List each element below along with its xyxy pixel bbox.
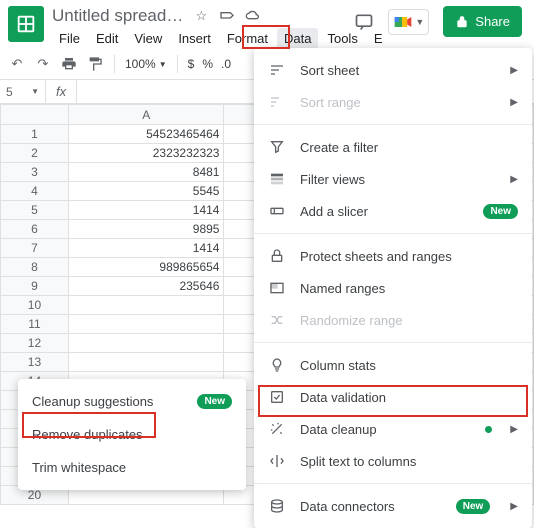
- menu-named-ranges[interactable]: Named ranges: [254, 272, 532, 304]
- row-header[interactable]: 12: [1, 334, 69, 353]
- filter-views-icon: [268, 170, 286, 188]
- new-badge: New: [483, 204, 518, 219]
- row-header[interactable]: 1: [1, 125, 69, 144]
- cell[interactable]: [68, 315, 224, 334]
- cell[interactable]: 5545: [68, 182, 224, 201]
- wand-icon: [268, 420, 286, 438]
- move-icon[interactable]: [219, 8, 235, 24]
- slicer-icon: [268, 202, 286, 220]
- cell[interactable]: 1414: [68, 239, 224, 258]
- row-header[interactable]: 5: [1, 201, 69, 220]
- title-area: Untitled spread… ☆ File Edit View Insert…: [52, 6, 354, 49]
- currency-button[interactable]: $: [188, 57, 195, 71]
- randomize-icon: [268, 311, 286, 329]
- cell[interactable]: 989865654: [68, 258, 224, 277]
- submenu-arrow-icon: ▶: [510, 97, 518, 108]
- menu-sort-sheet[interactable]: Sort sheet ▶: [254, 54, 532, 86]
- cell[interactable]: 2323232323: [68, 144, 224, 163]
- submenu-arrow-icon: ▶: [510, 174, 518, 185]
- sheets-logo[interactable]: [8, 6, 44, 42]
- validation-icon: [268, 388, 286, 406]
- submenu-trim-whitespace[interactable]: Trim whitespace: [18, 451, 246, 484]
- green-dot-icon: [485, 426, 492, 433]
- menu-data[interactable]: Data: [277, 28, 318, 49]
- data-dropdown-menu: Sort sheet ▶ Sort range ▶ Create a filte…: [254, 48, 532, 528]
- cloud-icon[interactable]: [245, 8, 261, 24]
- menu-randomize-range: Randomize range: [254, 304, 532, 336]
- menu-sort-range: Sort range ▶: [254, 86, 532, 118]
- cell[interactable]: [68, 296, 224, 315]
- menubar: File Edit View Insert Format Data Tools …: [52, 28, 354, 49]
- submenu-arrow-icon: ▶: [510, 424, 518, 435]
- chevron-down-icon: ▼: [415, 17, 424, 27]
- header-right: ▼ Share: [354, 6, 526, 37]
- row-header[interactable]: 8: [1, 258, 69, 277]
- row-header[interactable]: 10: [1, 296, 69, 315]
- menu-column-stats[interactable]: Column stats: [254, 349, 532, 381]
- zoom-select[interactable]: 100% ▼: [125, 57, 167, 71]
- sort-sheet-icon: [268, 61, 286, 79]
- row-header[interactable]: 6: [1, 220, 69, 239]
- decimal-button[interactable]: .0: [221, 57, 231, 71]
- row-header[interactable]: 11: [1, 315, 69, 334]
- menu-format[interactable]: Format: [220, 28, 275, 49]
- menu-data-connectors[interactable]: Data connectors New ▶: [254, 490, 532, 522]
- cell[interactable]: 8481: [68, 163, 224, 182]
- submenu-cleanup-suggestions[interactable]: Cleanup suggestions New: [18, 385, 246, 418]
- percent-button[interactable]: %: [202, 57, 213, 71]
- cell[interactable]: 1414: [68, 201, 224, 220]
- row-header[interactable]: 13: [1, 353, 69, 372]
- menu-split-text[interactable]: Split text to columns: [254, 445, 532, 477]
- lock-icon: [268, 247, 286, 265]
- new-badge: New: [456, 499, 491, 514]
- undo-icon[interactable]: ↶: [8, 55, 26, 73]
- submenu-arrow-icon: ▶: [510, 501, 518, 512]
- sort-range-icon: [268, 93, 286, 111]
- menu-view[interactable]: View: [127, 28, 169, 49]
- filter-icon: [268, 138, 286, 156]
- menu-data-validation[interactable]: Data validation: [254, 381, 532, 413]
- cell[interactable]: 235646: [68, 277, 224, 296]
- row-header[interactable]: 2: [1, 144, 69, 163]
- menu-file[interactable]: File: [52, 28, 87, 49]
- share-label: Share: [475, 14, 510, 29]
- cell[interactable]: 9895: [68, 220, 224, 239]
- paint-format-icon[interactable]: [86, 55, 104, 73]
- menu-create-filter[interactable]: Create a filter: [254, 131, 532, 163]
- data-cleanup-submenu: Cleanup suggestions New Remove duplicate…: [18, 379, 246, 490]
- fx-label: fx: [46, 80, 77, 103]
- new-badge: New: [197, 394, 232, 409]
- meet-button[interactable]: ▼: [388, 9, 429, 35]
- share-button[interactable]: Share: [443, 6, 522, 37]
- menu-data-cleanup[interactable]: Data cleanup ▶: [254, 413, 532, 445]
- name-box[interactable]: 5 ▼: [0, 80, 46, 103]
- document-title[interactable]: Untitled spread…: [52, 6, 183, 26]
- menu-edit[interactable]: Edit: [89, 28, 125, 49]
- submenu-remove-duplicates[interactable]: Remove duplicates: [18, 418, 246, 451]
- header: Untitled spread… ☆ File Edit View Insert…: [0, 0, 534, 49]
- row-header[interactable]: 3: [1, 163, 69, 182]
- redo-icon[interactable]: ↷: [34, 55, 52, 73]
- select-all-corner[interactable]: [1, 105, 69, 125]
- split-icon: [268, 452, 286, 470]
- cell[interactable]: [68, 353, 224, 372]
- print-icon[interactable]: [60, 55, 78, 73]
- row-header[interactable]: 9: [1, 277, 69, 296]
- menu-add-slicer[interactable]: Add a slicer New: [254, 195, 532, 227]
- comments-icon[interactable]: [354, 12, 374, 32]
- cell[interactable]: 54523465464: [68, 125, 224, 144]
- menu-protect-sheets[interactable]: Protect sheets and ranges: [254, 240, 532, 272]
- lightbulb-icon: [268, 356, 286, 374]
- cell[interactable]: [68, 334, 224, 353]
- submenu-arrow-icon: ▶: [510, 65, 518, 76]
- row-header[interactable]: 4: [1, 182, 69, 201]
- named-ranges-icon: [268, 279, 286, 297]
- menu-insert[interactable]: Insert: [171, 28, 218, 49]
- column-header-a[interactable]: A: [68, 105, 224, 125]
- row-header[interactable]: 7: [1, 239, 69, 258]
- menu-filter-views[interactable]: Filter views ▶: [254, 163, 532, 195]
- star-icon[interactable]: ☆: [193, 8, 209, 24]
